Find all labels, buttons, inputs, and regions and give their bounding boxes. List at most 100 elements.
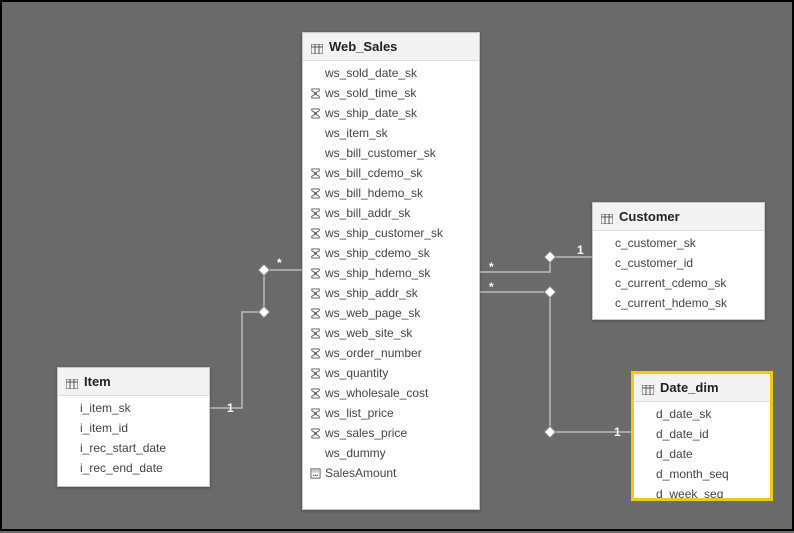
table-header[interactable]: Web_Sales xyxy=(303,33,479,61)
sigma-icon xyxy=(309,107,321,119)
field-row[interactable]: ws_wholesale_cost xyxy=(303,383,479,403)
table-customer[interactable]: Customer c_customer_sk c_customer_id c_cur… xyxy=(592,202,765,320)
field-row[interactable]: i_item_sk xyxy=(58,398,209,418)
sigma-icon xyxy=(309,327,321,339)
field-label: ws_bill_addr_sk xyxy=(325,206,410,220)
table-title: Web_Sales xyxy=(329,39,397,54)
blank-icon xyxy=(640,488,652,498)
field-row[interactable]: d_month_seq xyxy=(634,464,770,484)
field-label: c_current_hdemo_sk xyxy=(615,296,727,310)
field-row[interactable]: d_date_id xyxy=(634,424,770,444)
blank-icon xyxy=(599,297,611,309)
field-row[interactable]: ws_quantity xyxy=(303,363,479,383)
sigma-icon xyxy=(309,167,321,179)
field-row[interactable]: ws_web_site_sk xyxy=(303,323,479,343)
table-icon xyxy=(66,377,78,387)
field-row[interactable]: ws_sold_date_sk xyxy=(303,63,479,83)
field-label: c_current_cdemo_sk xyxy=(615,276,726,290)
blank-icon xyxy=(640,468,652,480)
field-row[interactable]: ws_web_page_sk xyxy=(303,303,479,323)
sigma-icon xyxy=(309,307,321,319)
field-row[interactable]: ws_ship_cdemo_sk xyxy=(303,243,479,263)
field-row[interactable]: i_rec_start_date xyxy=(58,438,209,458)
field-row[interactable]: c_current_hdemo_sk xyxy=(593,293,764,313)
cardinality-label: * xyxy=(489,260,494,274)
field-label: ws_list_price xyxy=(325,406,394,420)
field-label: ws_order_number xyxy=(325,346,422,360)
field-row[interactable]: ws_bill_cdemo_sk xyxy=(303,163,479,183)
field-label: ws_sales_price xyxy=(325,426,407,440)
table-title: Item xyxy=(84,374,111,389)
field-label: d_month_seq xyxy=(656,467,729,481)
table-title: Customer xyxy=(619,209,680,224)
field-row[interactable]: d_date xyxy=(634,444,770,464)
table-date-dim[interactable]: Date_dim d_date_skd_date_idd_date d_month… xyxy=(632,372,772,500)
field-row[interactable]: i_rec_end_date xyxy=(58,458,209,478)
table-web-sales[interactable]: Web_Sales ws_sold_date_sk ws_sold_time_sk… xyxy=(302,32,480,510)
field-row[interactable]: ws_dummy xyxy=(303,443,479,463)
field-row[interactable]: ws_sales_price xyxy=(303,423,479,443)
blank-icon xyxy=(64,422,76,434)
field-label: ws_bill_customer_sk xyxy=(325,146,436,160)
field-label: ws_sold_date_sk xyxy=(325,66,417,80)
field-row[interactable]: d_week_seq xyxy=(634,484,770,498)
field-label: i_rec_end_date xyxy=(80,461,163,475)
field-label: c_customer_sk xyxy=(615,236,696,250)
field-row[interactable]: SalesAmount xyxy=(303,463,479,483)
table-icon xyxy=(642,383,654,393)
field-row[interactable]: c_customer_id xyxy=(593,253,764,273)
field-label: c_customer_id xyxy=(615,256,693,270)
blank-icon xyxy=(599,277,611,289)
field-label: ws_ship_customer_sk xyxy=(325,226,443,240)
blank-icon xyxy=(309,447,321,459)
field-label: i_item_sk xyxy=(80,401,131,415)
sigma-icon xyxy=(309,407,321,419)
field-list[interactable]: d_date_skd_date_idd_date d_month_seq d_wee… xyxy=(634,402,770,498)
table-icon xyxy=(601,212,613,222)
field-row[interactable]: ws_ship_hdemo_sk xyxy=(303,263,479,283)
field-row[interactable]: ws_bill_hdemo_sk xyxy=(303,183,479,203)
field-row[interactable]: ws_bill_customer_sk xyxy=(303,143,479,163)
sigma-icon xyxy=(309,287,321,299)
field-row[interactable]: d_date_sk xyxy=(634,404,770,424)
field-row[interactable]: ws_bill_addr_sk xyxy=(303,203,479,223)
blank-icon xyxy=(309,127,321,139)
field-label: ws_wholesale_cost xyxy=(325,386,428,400)
sigma-icon xyxy=(309,227,321,239)
field-row[interactable]: ws_ship_customer_sk xyxy=(303,223,479,243)
blank-icon xyxy=(599,237,611,249)
field-list[interactable]: c_customer_sk c_customer_id c_current_cdem… xyxy=(593,231,764,319)
field-row[interactable]: ws_ship_addr_sk xyxy=(303,283,479,303)
table-icon xyxy=(311,42,323,52)
blank-icon xyxy=(64,462,76,474)
cardinality-label: * xyxy=(489,280,494,294)
field-list[interactable]: i_item_sk i_item_id i_rec_start_date i_rec_… xyxy=(58,396,209,486)
field-row[interactable]: c_current_cdemo_sk xyxy=(593,273,764,293)
table-header[interactable]: Date_dim xyxy=(634,374,770,402)
cardinality-label: * xyxy=(277,256,282,270)
field-label: ws_bill_cdemo_sk xyxy=(325,166,422,180)
cardinality-label: 1 xyxy=(577,243,584,257)
model-canvas[interactable]: 1 * 1 * 1 * Item i_item_ski_item_idi_rec… xyxy=(2,2,792,529)
field-row[interactable]: ws_sold_time_sk xyxy=(303,83,479,103)
table-header[interactable]: Item xyxy=(58,368,209,396)
field-label: i_item_id xyxy=(80,421,128,435)
field-list[interactable]: ws_sold_date_sk ws_sold_time_skws_ship_da… xyxy=(303,61,479,509)
field-label: SalesAmount xyxy=(325,466,396,480)
field-row[interactable]: i_item_id xyxy=(58,418,209,438)
sigma-icon xyxy=(309,347,321,359)
table-header[interactable]: Customer xyxy=(593,203,764,231)
field-label: ws_ship_cdemo_sk xyxy=(325,246,430,260)
field-row[interactable]: ws_list_price xyxy=(303,403,479,423)
field-row[interactable]: c_customer_sk xyxy=(593,233,764,253)
field-row[interactable]: ws_ship_date_sk xyxy=(303,103,479,123)
field-label: ws_ship_hdemo_sk xyxy=(325,266,430,280)
blank-icon xyxy=(309,67,321,79)
field-row[interactable]: ws_order_number xyxy=(303,343,479,363)
table-title: Date_dim xyxy=(660,380,719,395)
table-item[interactable]: Item i_item_ski_item_idi_rec_start_datei… xyxy=(57,367,210,487)
field-row[interactable]: ws_item_sk xyxy=(303,123,479,143)
sigma-icon xyxy=(309,187,321,199)
field-label: ws_bill_hdemo_sk xyxy=(325,186,423,200)
sigma-icon xyxy=(309,87,321,99)
